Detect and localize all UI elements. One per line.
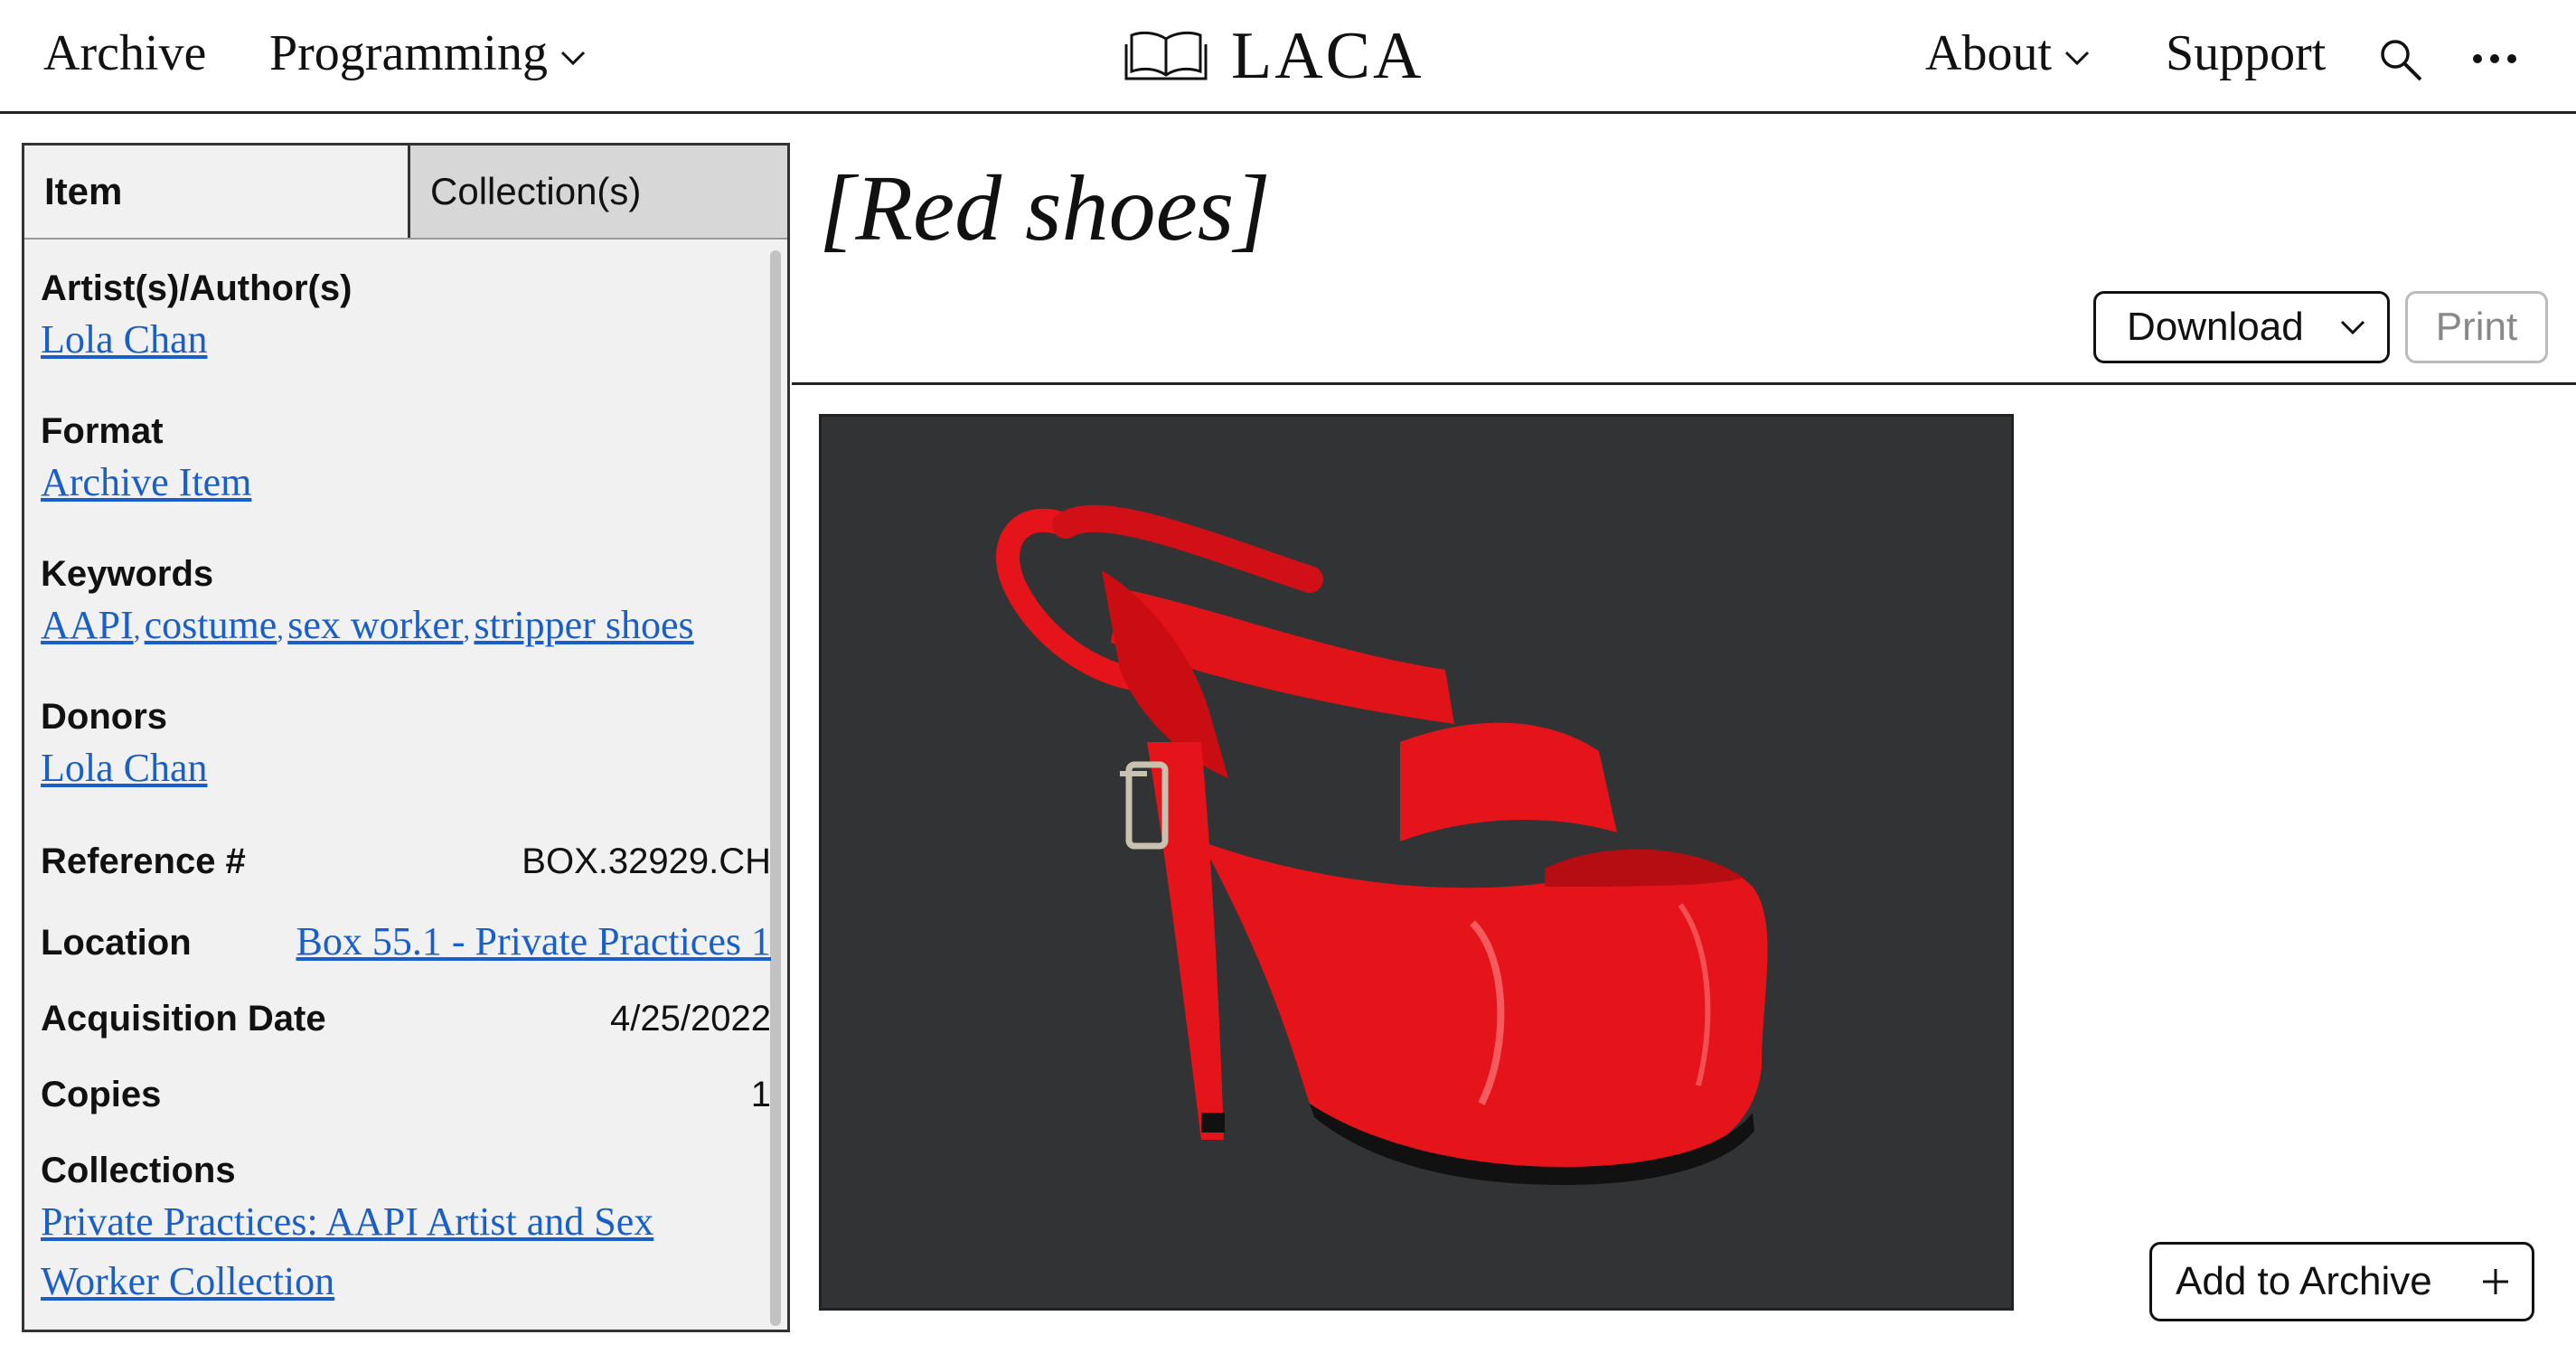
add-to-archive-button[interactable]: Add to Archive [2149, 1242, 2534, 1321]
nav-archive-link[interactable]: Archive [43, 22, 206, 85]
field-copies: Copies 1 [41, 1073, 771, 1116]
download-button[interactable]: Download [2093, 291, 2390, 363]
title-divider [792, 382, 2576, 385]
chevron-down-icon [560, 52, 586, 66]
artists-label: Artist(s)/Author(s) [41, 268, 353, 308]
acquisition-label: Acquisition Date [41, 999, 326, 1039]
print-button[interactable]: Print [2405, 291, 2548, 363]
acquisition-value: 4/25/2022 [610, 999, 771, 1039]
keyword-link[interactable]: AAPI [41, 603, 134, 647]
logo-text: LACA [1231, 19, 1424, 93]
field-collections: Collections Private Practices: AAPI Arti… [41, 1149, 771, 1311]
chevron-down-icon [2340, 320, 2364, 335]
collections-label: Collections [41, 1151, 236, 1190]
keyword-link[interactable]: sex worker [287, 603, 463, 647]
more-options-icon[interactable] [2471, 52, 2518, 65]
tab-collections[interactable]: Collection(s) [408, 146, 787, 238]
panel-tabs: Item Collection(s) [24, 146, 787, 240]
red-shoe-image [822, 417, 2011, 1308]
field-keywords: Keywords AAPI, costume, sex worker, stri… [41, 552, 771, 655]
keywords-list: AAPI, costume, sex worker, stripper shoe… [41, 596, 771, 655]
open-book-icon [1124, 31, 1208, 80]
nav-support-link[interactable]: Support [2166, 22, 2326, 85]
location-link[interactable]: Box 55.1 - Private Practices 1 [296, 912, 771, 972]
reference-value: BOX.32929.CH [522, 841, 771, 881]
tab-item[interactable]: Item [24, 146, 408, 238]
collection-link-wrap: Private Practices: AAPI Artist and Sex W… [41, 1192, 771, 1311]
format-link[interactable]: Archive Item [41, 460, 251, 504]
collection-link[interactable]: Worker Collection [41, 1259, 334, 1303]
format-label: Format [41, 411, 164, 451]
reference-label: Reference # [41, 841, 246, 881]
site-logo[interactable]: LACA [1123, 20, 1424, 92]
field-format: Format Archive Item [41, 409, 771, 512]
keyword-separator: , [277, 615, 284, 644]
item-details-panel: Item Collection(s) Artist(s)/Author(s) L… [22, 143, 790, 1332]
nav-about-label: About [1925, 25, 2052, 81]
nav-programming-menu[interactable]: Programming [269, 22, 586, 85]
field-reference: Reference # BOX.32929.CH [41, 840, 771, 883]
donors-label: Donors [41, 697, 167, 737]
search-icon[interactable] [2377, 36, 2424, 83]
plus-icon [2483, 1269, 2508, 1294]
keyword-link[interactable]: stripper shoes [474, 603, 693, 647]
collection-link[interactable]: Private Practices: AAPI Artist and Sex [41, 1199, 653, 1244]
nav-programming-label: Programming [269, 25, 548, 81]
download-label: Download [2127, 305, 2304, 349]
donor-link[interactable]: Lola Chan [41, 746, 208, 790]
location-label: Location [41, 923, 192, 963]
field-acquisition-date: Acquisition Date 4/25/2022 [41, 997, 771, 1040]
add-to-archive-label: Add to Archive [2176, 1259, 2432, 1303]
chevron-down-icon [2064, 52, 2090, 66]
field-location: Location Box 55.1 - Private Practices 1 [41, 912, 771, 972]
field-artists: Artist(s)/Author(s) Lola Chan [41, 267, 771, 370]
item-image[interactable] [819, 414, 2014, 1311]
keyword-link[interactable]: costume [145, 603, 277, 647]
copies-value: 1 [750, 1075, 771, 1114]
top-nav-bar: Archive Programming LACA About Support [0, 0, 2576, 114]
nav-about-menu[interactable]: About [1925, 22, 2090, 85]
keyword-separator: , [133, 615, 141, 644]
keyword-separator: , [463, 615, 471, 644]
keywords-label: Keywords [41, 554, 214, 594]
page-title: [Red shoes] [819, 156, 1271, 260]
panel-scrollbar[interactable] [770, 250, 781, 1326]
print-label: Print [2435, 305, 2518, 349]
field-donors: Donors Lola Chan [41, 695, 771, 798]
copies-label: Copies [41, 1075, 162, 1114]
artist-link[interactable]: Lola Chan [41, 317, 208, 362]
